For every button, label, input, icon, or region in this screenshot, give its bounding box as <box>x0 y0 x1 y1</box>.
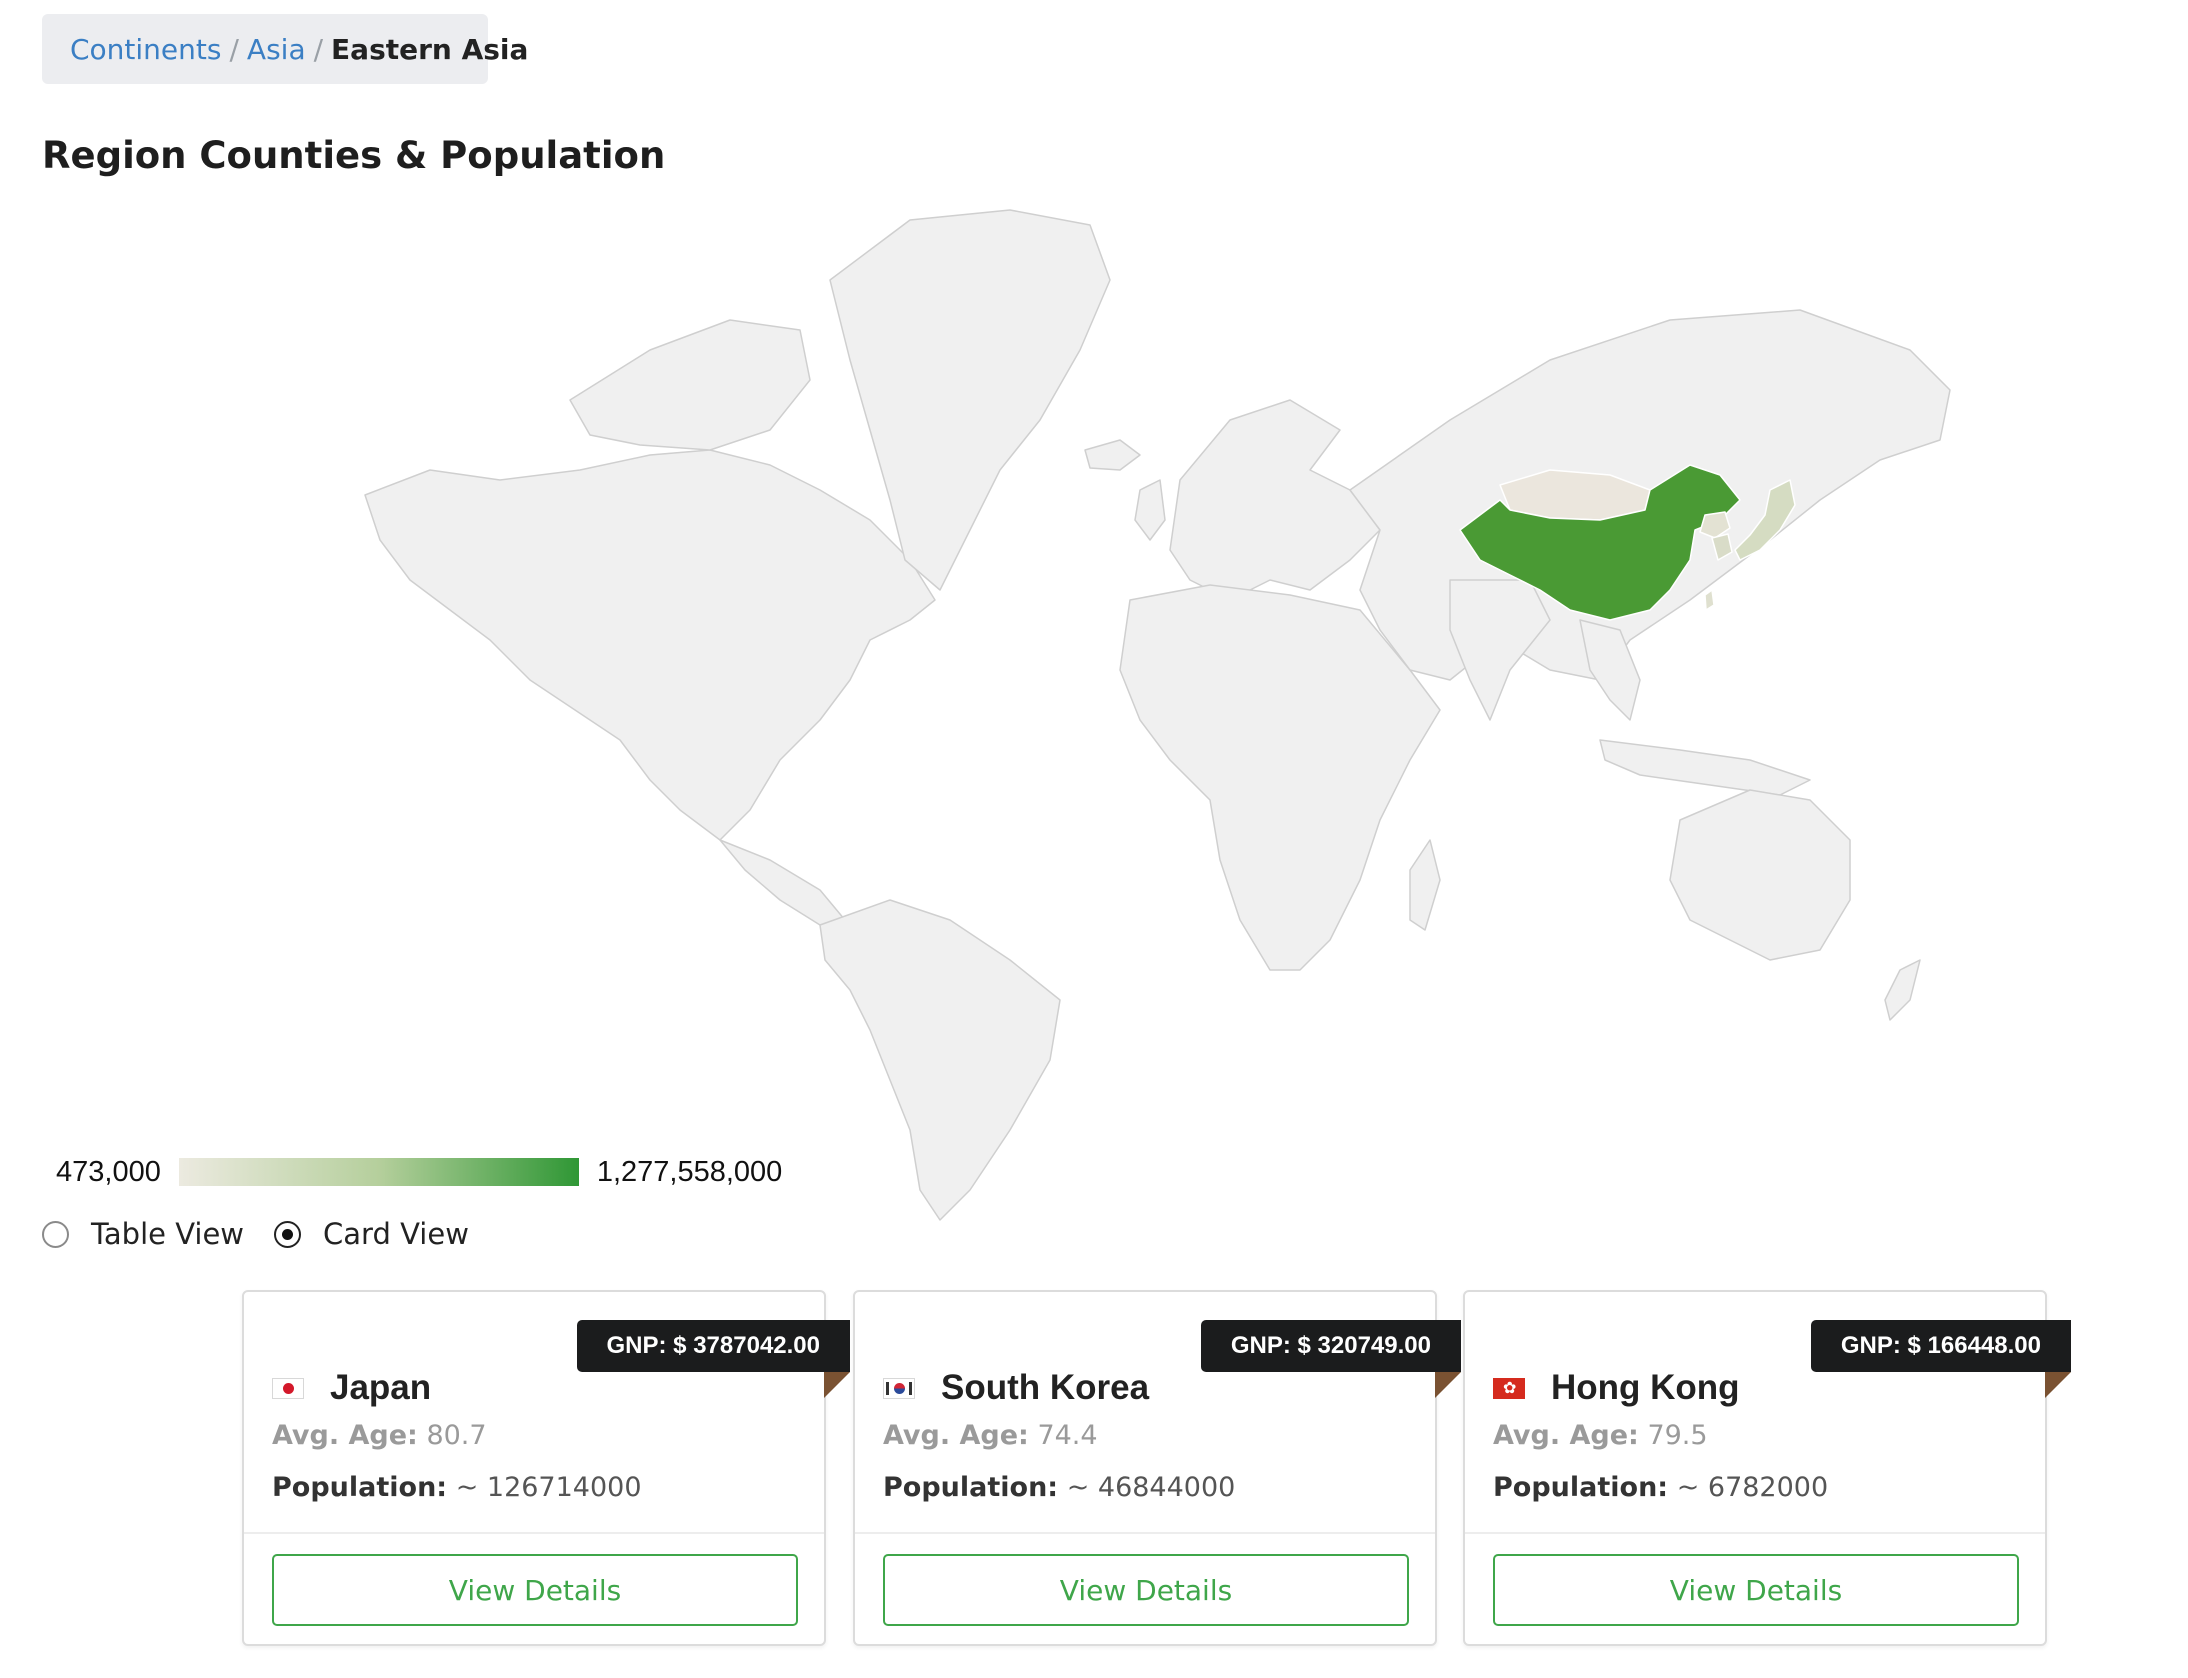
country-card-japan: GNP: $ 3787042.00 Japan Avg. Age: 80.7 P… <box>242 1290 851 1646</box>
population-value: ~ 46844000 <box>1066 1472 1236 1503</box>
indonesia <box>1599 739 1811 796</box>
view-details-button[interactable]: View Details <box>272 1554 798 1626</box>
british-isles <box>1134 479 1166 541</box>
breadcrumb: Continents / Asia / Eastern Asia <box>42 14 528 84</box>
gnp-badge: GNP: $ 3787042.00 <box>576 1320 851 1398</box>
card-view-radio[interactable] <box>274 1220 302 1248</box>
card-header: Japan <box>272 1368 431 1408</box>
avg-age: Avg. Age: 80.7 <box>272 1420 487 1451</box>
avg-age-label: Avg. Age: <box>272 1420 418 1451</box>
population-label: Population: <box>1493 1472 1669 1503</box>
madagascar <box>1409 839 1441 931</box>
hong-kong-flag-icon <box>1493 1376 1525 1400</box>
table-view-label: Table View <box>91 1217 245 1251</box>
card-view-label: Card View <box>323 1217 469 1251</box>
avg-age: Avg. Age: 79.5 <box>1493 1420 1708 1451</box>
page-title: Region Counties & Population <box>42 134 666 177</box>
taiwan-region <box>1704 589 1715 611</box>
australia <box>1669 789 1851 961</box>
japan-flag-icon <box>272 1377 304 1399</box>
breadcrumb-link-continents[interactable]: Continents <box>70 33 221 66</box>
breadcrumb-current: Eastern Asia <box>331 32 529 66</box>
avg-age-label: Avg. Age: <box>1493 1420 1639 1451</box>
population-value: ~ 6782000 <box>1676 1472 1829 1503</box>
population: Population: ~ 46844000 <box>883 1472 1235 1503</box>
card-divider <box>855 1532 1435 1534</box>
country-name: South Korea <box>941 1368 1150 1407</box>
avg-age-value: 79.5 <box>1647 1420 1708 1451</box>
population-label: Population: <box>272 1472 448 1503</box>
legend-gradient-bar <box>178 1158 579 1186</box>
avg-age-label: Avg. Age: <box>883 1420 1029 1451</box>
avg-age-value: 74.4 <box>1037 1420 1098 1451</box>
view-details-button[interactable]: View Details <box>1493 1554 2019 1626</box>
legend-max-label: 1,277,558,000 <box>596 1155 783 1188</box>
view-details-button[interactable]: View Details <box>883 1554 1409 1626</box>
avg-age-value: 80.7 <box>426 1420 487 1451</box>
breadcrumb-link-asia[interactable]: Asia <box>247 33 306 66</box>
gnp-badge: GNP: $ 166448.00 <box>1810 1320 2072 1398</box>
breadcrumb-separator: / <box>313 32 324 66</box>
europe <box>1169 399 1381 601</box>
view-toggle: Table View Card View <box>42 1210 499 1258</box>
card-header: Hong Kong <box>1493 1368 1740 1408</box>
world-map <box>350 200 1980 1230</box>
country-name: Hong Kong <box>1551 1368 1740 1407</box>
table-view-option[interactable]: Table View <box>42 1217 244 1251</box>
arctic-islands <box>569 319 811 451</box>
iceland <box>1084 439 1141 471</box>
population: Population: ~ 6782000 <box>1493 1472 1828 1503</box>
country-card-hong-kong: GNP: $ 166448.00 Hong Kong Avg. Age: 79.… <box>1463 1290 2072 1646</box>
north-america-landmass <box>364 449 936 841</box>
gnp-badge: GNP: $ 320749.00 <box>1200 1320 1462 1398</box>
population-label: Population: <box>883 1472 1059 1503</box>
table-view-radio[interactable] <box>42 1220 69 1248</box>
central-america <box>719 839 846 926</box>
card-view-option[interactable]: Card View <box>274 1217 469 1251</box>
avg-age: Avg. Age: 74.4 <box>883 1420 1098 1451</box>
south-korea-flag-icon <box>883 1377 915 1399</box>
population: Population: ~ 126714000 <box>272 1472 642 1503</box>
new-zealand <box>1884 959 1921 1021</box>
legend-min-label: 473,000 <box>56 1155 161 1188</box>
card-header: South Korea <box>883 1368 1149 1408</box>
country-name: Japan <box>330 1368 432 1407</box>
card-divider <box>244 1532 824 1534</box>
population-value: ~ 126714000 <box>455 1472 642 1503</box>
map-legend: 473,000 1,277,558,000 <box>56 1150 782 1194</box>
breadcrumb-separator: / <box>229 32 239 66</box>
country-card-south-korea: GNP: $ 320749.00 South Korea Avg. Age: 7… <box>853 1290 1462 1646</box>
card-divider <box>1465 1532 2045 1534</box>
south-america <box>819 899 1061 1221</box>
